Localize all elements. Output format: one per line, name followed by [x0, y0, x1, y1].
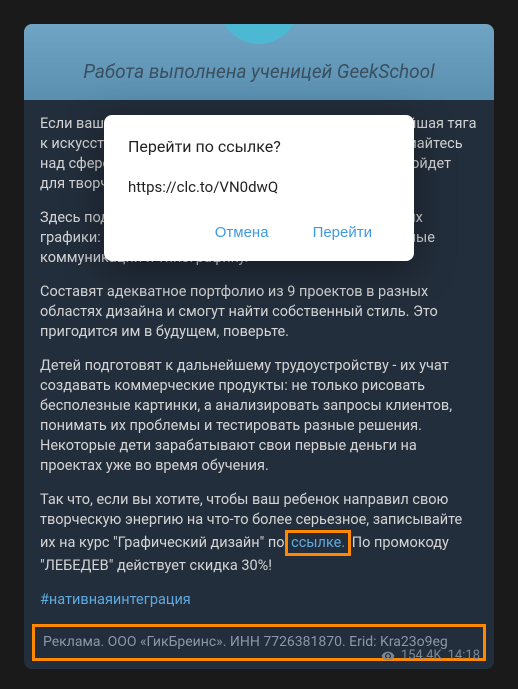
link-confirm-dialog: Перейти по ссылке? https://clc.to/VN0dwQ… — [104, 115, 414, 261]
dialog-url: https://clc.to/VN0dwQ — [128, 178, 390, 196]
dialog-title: Перейти по ссылке? — [128, 137, 390, 156]
confirm-button[interactable]: Перейти — [295, 214, 390, 251]
cancel-button[interactable]: Отмена — [197, 214, 287, 251]
dialog-buttons: Отмена Перейти — [128, 214, 390, 251]
dialog-overlay: Перейти по ссылке? https://clc.to/VN0dwQ… — [0, 0, 518, 689]
